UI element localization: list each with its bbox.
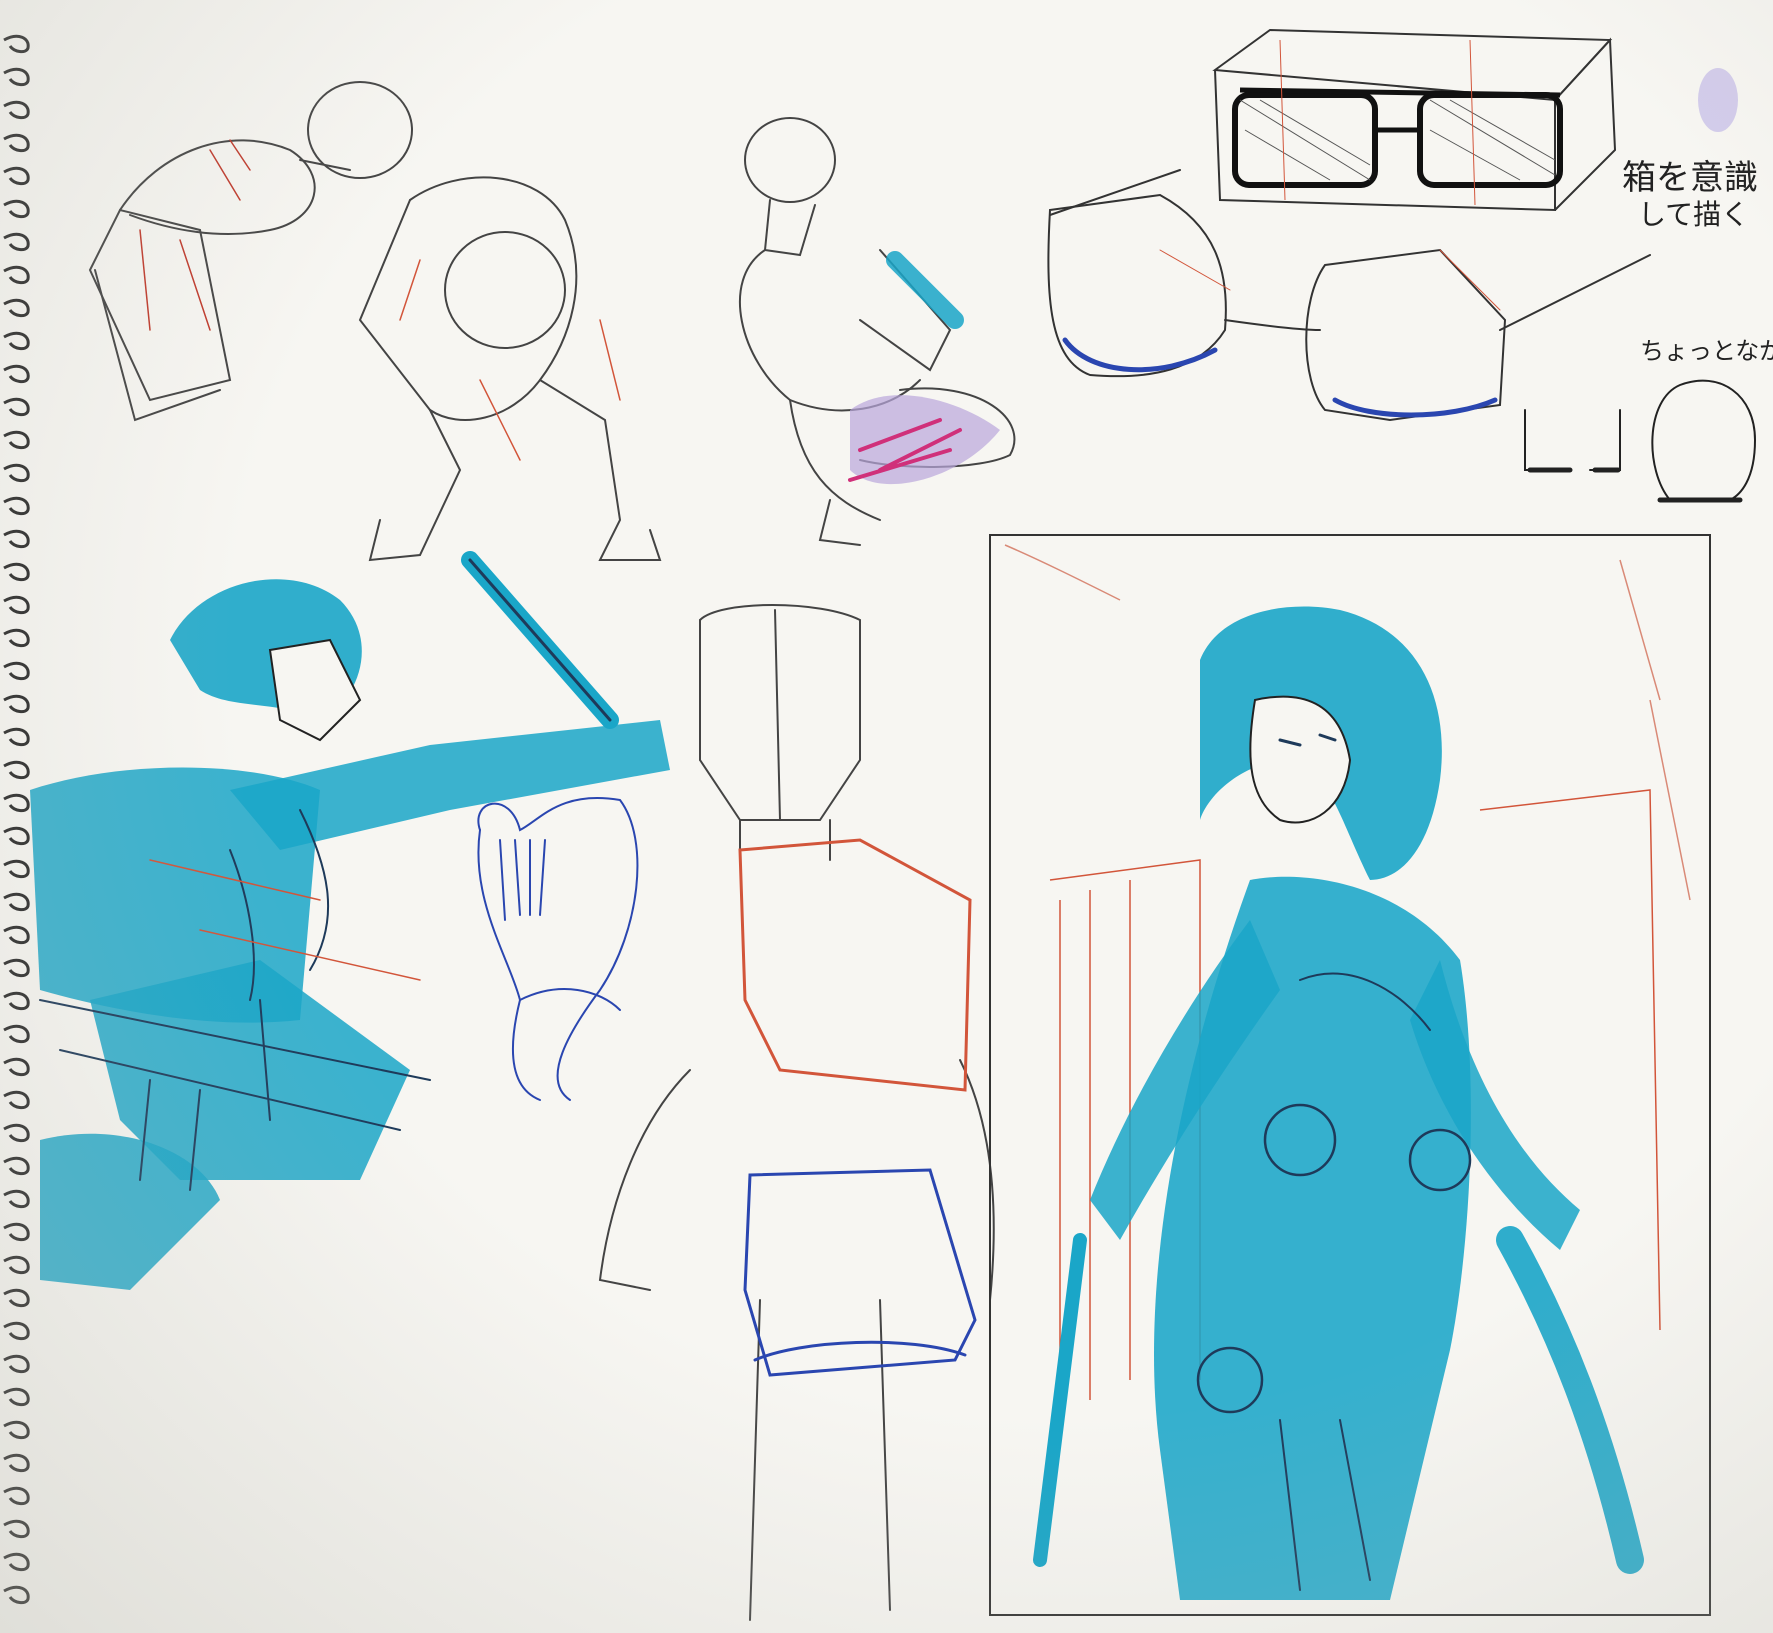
mannequin-bending-sketch: [88, 81, 413, 422]
girl-illustration-cyan: [1033, 606, 1644, 1600]
glasses-in-box-sketch: [1212, 28, 1617, 212]
glasses-open-sketch: [1047, 169, 1651, 422]
note-small: ちょっとながる: [1640, 337, 1773, 365]
sitting-color-accents: [848, 251, 1000, 485]
small-profile-diagrams: [1524, 379, 1757, 503]
sketch-drawing: [30, 28, 1757, 1621]
sketchbook-page: 箱を意識 して描く ちょっとながる: [0, 0, 1773, 1633]
mannequin-crouching-sketch: [358, 176, 662, 562]
note-box-line1: 箱を意識: [1622, 158, 1758, 198]
back-view-color-shapes: [738, 838, 977, 1377]
note-box-line2: して描く: [1638, 198, 1750, 231]
lavender-swatch: [1698, 68, 1738, 132]
action-figure-cyan: [30, 551, 670, 1290]
blue-outline-torso-sketch: [477, 797, 639, 1101]
